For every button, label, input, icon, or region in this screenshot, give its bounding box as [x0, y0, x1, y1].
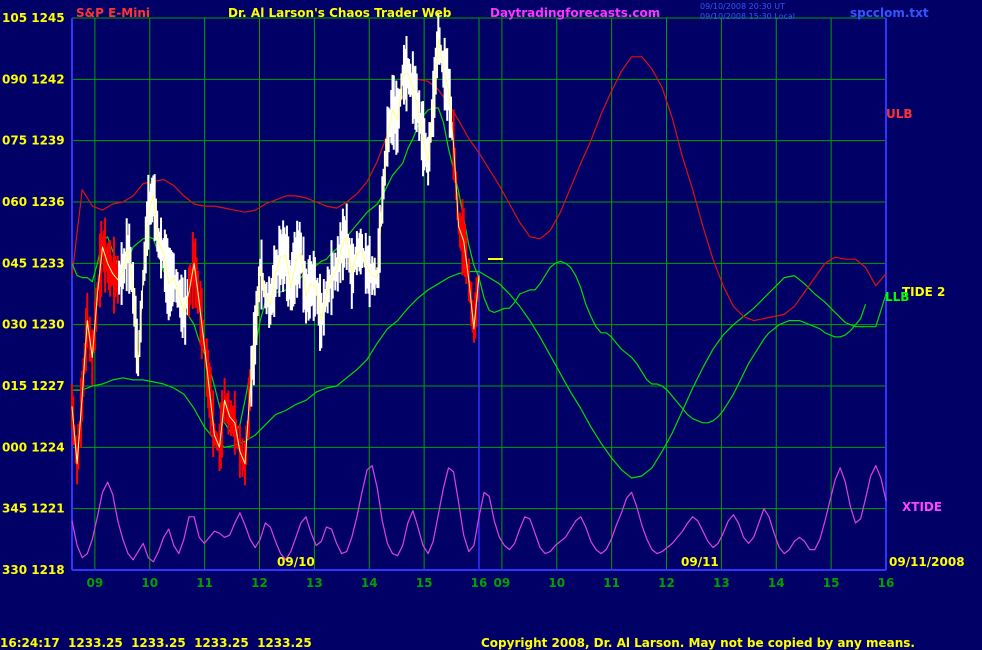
- ulb-label: ULB: [886, 107, 913, 121]
- x-tick-label: 12: [658, 576, 675, 590]
- last-quote: 16:24:17 1233.25 1233.25 1233.25 1233.25: [0, 636, 312, 650]
- x-tick-label: 14: [361, 576, 378, 590]
- y-tick-label: 075 1239: [2, 134, 65, 148]
- y-tick-label: 000 1224: [2, 440, 65, 454]
- date-label-day2: 09/11: [681, 555, 719, 569]
- x-tick-label: 10: [141, 576, 158, 590]
- y-tick-label: 030 1230: [2, 318, 65, 332]
- x-tick-label: 16: [471, 576, 488, 590]
- symbol-title: S&P E-Mini: [76, 6, 150, 20]
- y-tick-label: 345 1221: [2, 502, 65, 516]
- llb-label: LLB: [885, 290, 909, 304]
- x-tick-label: 10: [548, 576, 565, 590]
- chart-title: Dr. Al Larson's Chaos Trader Web: [228, 6, 452, 20]
- y-tick-label: 015 1227: [2, 379, 65, 393]
- copyright-notice: Copyright 2008, Dr. Al Larson. May not b…: [481, 636, 915, 650]
- site-link[interactable]: Daytradingforecasts.com: [490, 6, 660, 20]
- xtide-label: XTIDE: [902, 500, 942, 514]
- x-tick-label: 11: [196, 576, 213, 590]
- x-tick-label: 09: [87, 576, 104, 590]
- date-label-full: 09/11/2008: [889, 555, 965, 569]
- x-tick-label: 11: [603, 576, 620, 590]
- x-tick-label: 15: [823, 576, 840, 590]
- x-tick-label: 13: [713, 576, 730, 590]
- y-tick-label: 090 1242: [2, 72, 65, 86]
- x-tick-label: 15: [416, 576, 433, 590]
- data-file-name: spcclom.txt: [850, 6, 929, 20]
- x-tick-label: 09: [494, 576, 511, 590]
- x-tick-label: 16: [878, 576, 895, 590]
- y-tick-label: 105 1245: [2, 11, 65, 25]
- time-stamp-ut: 09/10/2008 20:30 UT: [700, 2, 785, 11]
- y-tick-label: 060 1236: [2, 195, 65, 209]
- x-tick-label: 13: [306, 576, 323, 590]
- x-tick-label: 14: [768, 576, 785, 590]
- y-tick-label: 045 1233: [2, 256, 65, 270]
- date-label-day1: 09/10: [277, 555, 315, 569]
- time-stamp-local: 09/10/2008 15:30 Local: [700, 12, 795, 21]
- y-tick-label: 330 1218: [2, 563, 65, 577]
- x-tick-label: 12: [251, 576, 268, 590]
- chaos-trader-chart: 105 1245 090 1242 075 1239 060 1236 045 1233…: [0, 0, 982, 650]
